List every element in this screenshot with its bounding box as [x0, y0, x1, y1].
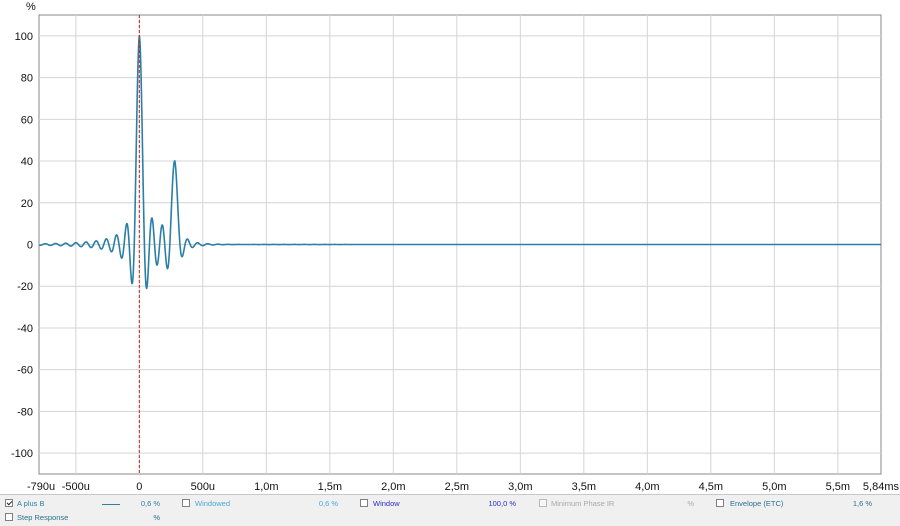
x-tick-label: -500u — [62, 481, 90, 493]
windowed-checkbox[interactable] — [182, 499, 190, 507]
step-response-checkbox[interactable] — [5, 513, 13, 521]
legend-bar: A plus B 0,6 % Windowed 0,6 % Window 100… — [0, 494, 900, 526]
x-tick-label: 500u — [191, 481, 215, 493]
minimum-phase-ir-value: % — [687, 499, 694, 508]
x-tick-label: 3,0m — [508, 481, 532, 493]
envelope-etc-checkbox[interactable] — [716, 499, 724, 507]
y-tick-label: 100 — [15, 31, 33, 43]
x-tick-label: 5,5m — [826, 481, 850, 493]
x-tick-label: 4,0m — [635, 481, 659, 493]
x-tick-label: 2,0m — [381, 481, 405, 493]
envelope-etc-label: Envelope (ETC) — [730, 499, 784, 508]
x-axis: -790u -500u 0 500u 1,0m 1,5m 2,0m 2,5m 3,0m 3,5m 4… — [27, 481, 899, 493]
y-tick-label: 20 — [21, 198, 33, 210]
a-plus-b-value: 0,6 % — [140, 499, 160, 508]
window-value: 100,0 % — [488, 499, 516, 508]
y-tick-label: -20 — [17, 281, 33, 293]
envelope-etc-value: 1,6 % — [852, 499, 872, 508]
x-tick-label: 0 — [136, 481, 142, 493]
minimum-phase-ir-label: Minimum Phase IR — [551, 499, 615, 508]
legend-row-1: A plus B 0,6 % Windowed 0,6 % Window 100… — [0, 498, 900, 511]
a-plus-b-checkbox[interactable] — [5, 499, 13, 507]
y-tick-label: 40 — [21, 156, 33, 168]
y-tick-label: 0 — [27, 240, 33, 252]
step-response-value: % — [153, 513, 160, 522]
x-tick-label: 4,5m — [699, 481, 723, 493]
y-axis: 100 80 60 40 20 0 -20 -40 -60 -80 -100 — [11, 31, 33, 460]
x-tick-label: 2,5m — [445, 481, 469, 493]
y-tick-label: 60 — [21, 114, 33, 126]
a-plus-b-label: A plus B — [17, 499, 45, 508]
y-tick-label: -60 — [17, 365, 33, 377]
window-label: Window — [373, 499, 400, 508]
y-tick-label: -40 — [17, 323, 33, 335]
legend-row-2: Step Response % — [0, 512, 900, 525]
y-tick-label: -80 — [17, 406, 33, 418]
x-tick-label: 1,5m — [318, 481, 342, 493]
y-axis-unit-label: % — [26, 1, 36, 13]
windowed-label: Windowed — [195, 499, 231, 508]
window-checkbox[interactable] — [360, 499, 368, 507]
minimum-phase-ir-checkbox[interactable] — [539, 499, 547, 507]
x-tick-label: 5,0m — [762, 481, 786, 493]
x-tick-label: 3,5m — [572, 481, 596, 493]
y-tick-label: -100 — [11, 448, 33, 460]
windowed-value: 0,6 % — [318, 499, 338, 508]
x-tick-label: 1,0m — [254, 481, 278, 493]
x-tick-label: 5,84ms — [863, 481, 900, 493]
x-tick-label: -790u — [27, 481, 55, 493]
impulse-response-chart[interactable]: 100 80 60 40 20 0 -20 -40 -60 -80 -100 -790u -500u 0… — [0, 0, 900, 494]
y-tick-label: 80 — [21, 73, 33, 85]
step-response-label: Step Response — [17, 513, 69, 522]
a-plus-b-line-swatch — [102, 504, 120, 505]
